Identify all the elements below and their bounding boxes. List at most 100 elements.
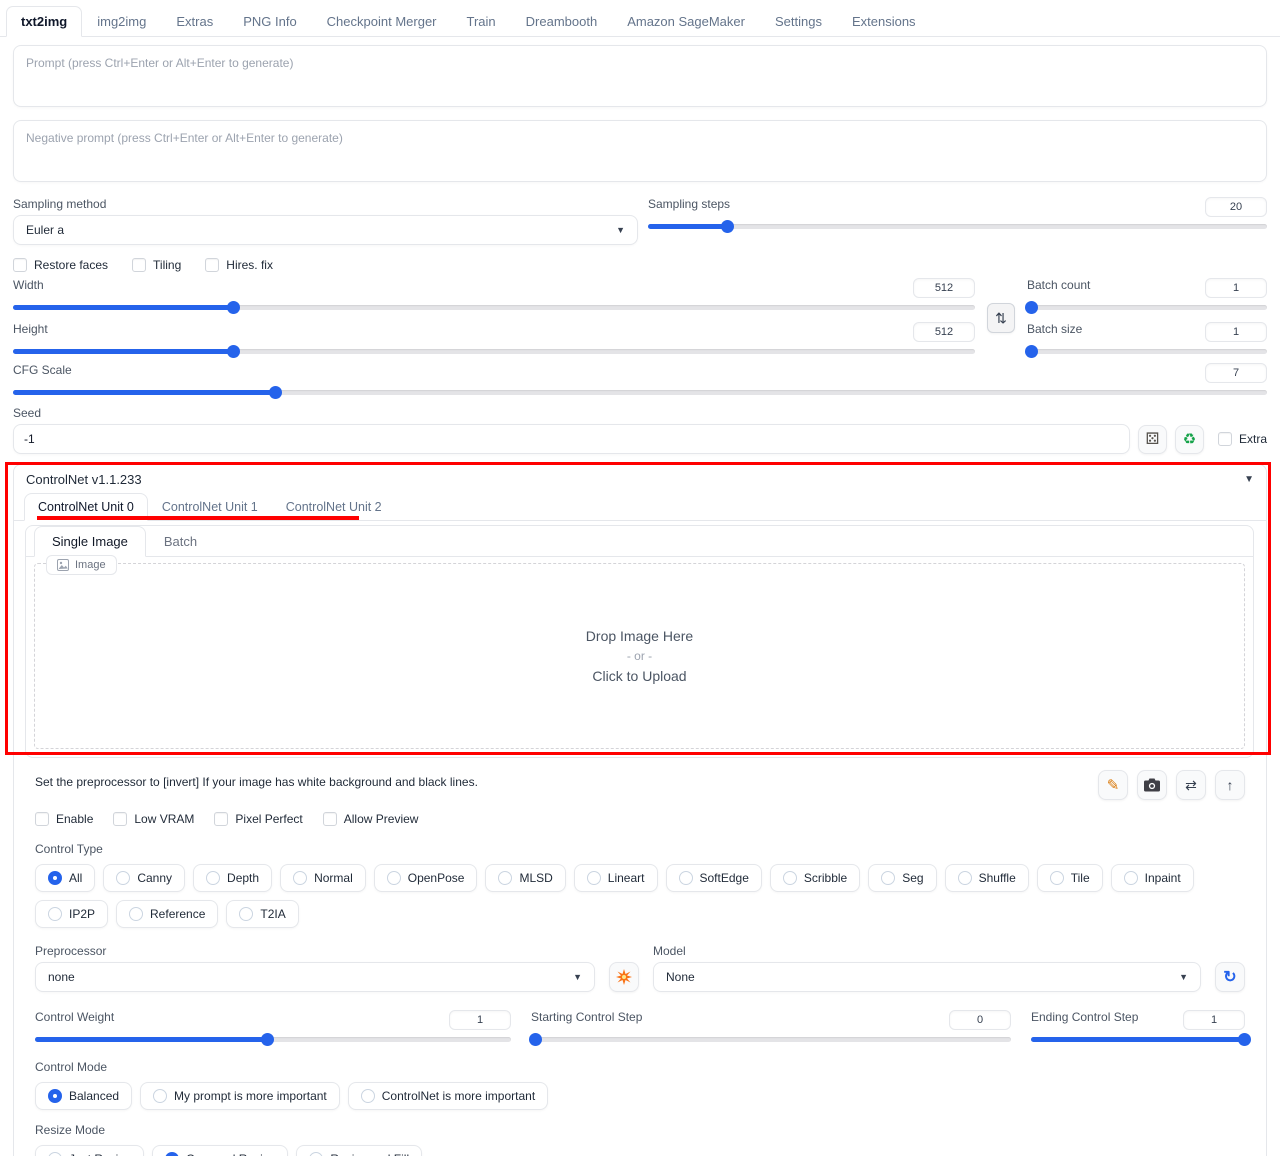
tab-single-image[interactable]: Single Image <box>34 526 146 557</box>
height-value[interactable]: 512 <box>913 322 975 342</box>
control-weight-slider[interactable] <box>35 1033 511 1046</box>
tab-settings[interactable]: Settings <box>760 6 837 37</box>
send-dimensions-button[interactable]: ↑ <box>1215 770 1245 800</box>
control-type-lineart[interactable]: Lineart <box>574 864 658 892</box>
radio-icon <box>387 871 401 885</box>
control-type-shuffle[interactable]: Shuffle <box>945 864 1029 892</box>
control-type-scribble[interactable]: Scribble <box>770 864 860 892</box>
control-type-openpose[interactable]: OpenPose <box>374 864 478 892</box>
radio-icon <box>239 907 253 921</box>
control-type-ip2p[interactable]: IP2P <box>35 900 108 928</box>
control-type-tile[interactable]: Tile <box>1037 864 1103 892</box>
enable-checkbox[interactable]: Enable <box>35 812 93 826</box>
negative-prompt-input[interactable] <box>13 120 1267 182</box>
prompt-input[interactable] <box>13 45 1267 107</box>
image-dropzone[interactable]: Image Drop Image Here - or - Click to Up… <box>34 563 1245 749</box>
allow-preview-checkbox[interactable]: Allow Preview <box>323 812 419 826</box>
tab-batch[interactable]: Batch <box>146 526 215 557</box>
starburst-icon <box>616 969 632 985</box>
new-canvas-button[interactable]: ✎ <box>1098 770 1128 800</box>
control-mode-controlnet-important[interactable]: ControlNet is more important <box>348 1082 548 1110</box>
radio-icon <box>783 871 797 885</box>
slider-handle <box>1025 301 1038 314</box>
refresh-models-button[interactable]: ↻ <box>1215 962 1245 992</box>
restore-faces-checkbox[interactable]: Restore faces <box>13 258 108 272</box>
tab-png-info[interactable]: PNG Info <box>228 6 311 37</box>
pixel-perfect-checkbox[interactable]: Pixel Perfect <box>214 812 302 826</box>
seed-extra-checkbox[interactable]: Extra <box>1218 432 1267 446</box>
sampling-steps-value[interactable]: 20 <box>1205 197 1267 217</box>
control-type-depth[interactable]: Depth <box>193 864 272 892</box>
top-tab-bar: txt2img img2img Extras PNG Info Checkpoi… <box>0 0 1280 37</box>
radio-icon <box>679 871 693 885</box>
resize-mode-just-resize[interactable]: Just Resize <box>35 1145 144 1156</box>
tab-extensions[interactable]: Extensions <box>837 6 931 37</box>
tab-controlnet-unit-2[interactable]: ControlNet Unit 2 <box>272 493 396 521</box>
tab-extras[interactable]: Extras <box>161 6 228 37</box>
option-label: Just Resize <box>69 1152 131 1156</box>
control-type-options: All Canny Depth Normal OpenPose MLSD Lin… <box>35 864 1245 928</box>
low-vram-checkbox[interactable]: Low VRAM <box>113 812 194 826</box>
swap-dimensions-button[interactable]: ⇅ <box>987 303 1015 333</box>
tab-img2img[interactable]: img2img <box>82 6 161 37</box>
slider-track <box>648 224 1267 229</box>
batch-count-value[interactable]: 1 <box>1205 278 1267 298</box>
pixel-perfect-label: Pixel Perfect <box>235 812 302 826</box>
control-mode-prompt-important[interactable]: My prompt is more important <box>140 1082 340 1110</box>
run-preprocessor-button[interactable] <box>609 962 639 992</box>
random-seed-button[interactable]: ⚄ <box>1138 425 1167 454</box>
ending-control-step-slider[interactable] <box>1031 1033 1245 1046</box>
mirror-webcam-button[interactable]: ⇄ <box>1176 770 1206 800</box>
preprocessor-dropdown[interactable]: none ▼ <box>35 962 595 992</box>
sampling-method-dropdown[interactable]: Euler a ▼ <box>13 215 638 245</box>
batch-size-slider[interactable] <box>1027 345 1267 358</box>
sampling-steps-slider[interactable] <box>648 220 1267 233</box>
tab-amazon-sagemaker[interactable]: Amazon SageMaker <box>612 6 760 37</box>
controlnet-accordion-header[interactable]: ControlNet v1.1.233 ▼ <box>14 465 1266 493</box>
control-type-normal[interactable]: Normal <box>280 864 366 892</box>
control-type-t2ia[interactable]: T2IA <box>226 900 298 928</box>
dropzone-line3: Click to Upload <box>592 668 686 684</box>
resize-mode-resize-and-fill[interactable]: Resize and Fill <box>296 1145 422 1156</box>
cfg-scale-value[interactable]: 7 <box>1205 363 1267 383</box>
tiling-checkbox[interactable]: Tiling <box>132 258 181 272</box>
width-value[interactable]: 512 <box>913 278 975 298</box>
tab-controlnet-unit-0[interactable]: ControlNet Unit 0 <box>24 493 148 521</box>
batch-count-slider[interactable] <box>1027 301 1267 314</box>
height-slider[interactable] <box>13 345 975 358</box>
control-type-softedge[interactable]: SoftEdge <box>666 864 762 892</box>
ending-control-step-value[interactable]: 1 <box>1183 1010 1245 1030</box>
width-slider[interactable] <box>13 301 975 314</box>
resize-mode-crop-and-resize[interactable]: Crop and Resize <box>152 1145 288 1156</box>
control-type-seg[interactable]: Seg <box>868 864 936 892</box>
cfg-scale-slider[interactable] <box>13 386 1267 399</box>
control-type-reference[interactable]: Reference <box>116 900 218 928</box>
allow-preview-label: Allow Preview <box>344 812 419 826</box>
tab-dreambooth[interactable]: Dreambooth <box>511 6 613 37</box>
model-dropdown[interactable]: None ▼ <box>653 962 1201 992</box>
control-weight-value[interactable]: 1 <box>449 1010 511 1030</box>
checkbox-icon <box>323 812 337 826</box>
control-type-mlsd[interactable]: MLSD <box>485 864 565 892</box>
hires-fix-checkbox[interactable]: Hires. fix <box>205 258 273 272</box>
control-type-canny[interactable]: Canny <box>103 864 185 892</box>
control-type-inpaint[interactable]: Inpaint <box>1111 864 1194 892</box>
reuse-seed-button[interactable]: ♻ <box>1175 425 1204 454</box>
tab-checkpoint-merger[interactable]: Checkpoint Merger <box>312 6 452 37</box>
controlnet-title: ControlNet v1.1.233 <box>26 472 142 487</box>
starting-control-step-slider[interactable] <box>531 1033 1011 1046</box>
tab-controlnet-unit-1[interactable]: ControlNet Unit 1 <box>148 493 272 521</box>
seed-input[interactable] <box>13 424 1130 454</box>
image-chip: Image <box>46 555 117 575</box>
tab-train[interactable]: Train <box>452 6 511 37</box>
control-type-all[interactable]: All <box>35 864 95 892</box>
control-mode-balanced[interactable]: Balanced <box>35 1082 132 1110</box>
option-label: Resize and Fill <box>330 1152 409 1156</box>
starting-control-step-value[interactable]: 0 <box>949 1010 1011 1030</box>
batch-size-value[interactable]: 1 <box>1205 322 1267 342</box>
webcam-button[interactable] <box>1137 770 1167 800</box>
tab-txt2img[interactable]: txt2img <box>6 6 82 37</box>
model-value: None <box>666 970 695 984</box>
radio-icon <box>958 871 972 885</box>
option-label: ControlNet is more important <box>382 1089 535 1103</box>
